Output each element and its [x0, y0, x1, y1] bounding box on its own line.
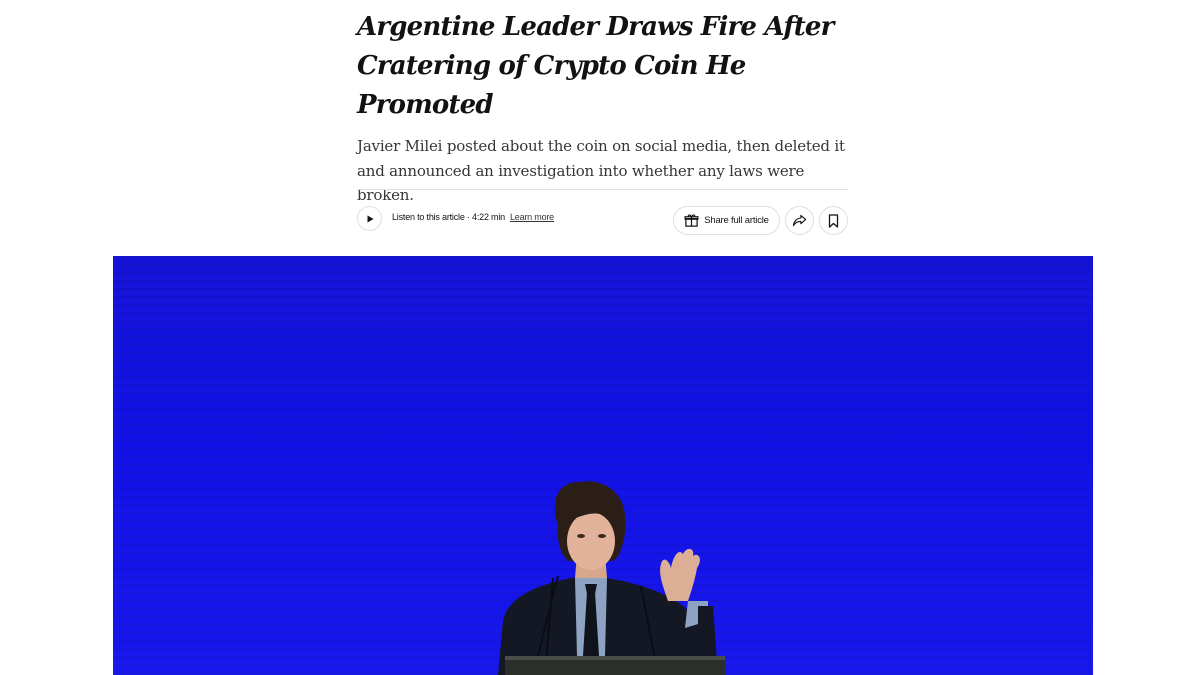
learn-more-link[interactable]: Learn more	[510, 212, 554, 222]
listen-info: Listen to this article · 4:22 min Learn m…	[392, 212, 554, 222]
speaker-figure	[498, 481, 725, 675]
play-icon	[367, 215, 373, 222]
article-summary: Javier Milei posted about the coin on so…	[357, 137, 845, 204]
header-divider	[357, 189, 848, 190]
save-bookmark-button[interactable]	[819, 206, 848, 235]
listen-play-button[interactable]	[357, 206, 382, 231]
gift-icon	[684, 214, 699, 227]
listen-label: Listen to this article · 4:22 min	[392, 212, 505, 222]
bookmark-icon	[828, 213, 839, 228]
share-full-article-button[interactable]: Share full article	[673, 206, 780, 235]
article-toolbar: Listen to this article · 4:22 min Learn m…	[357, 206, 848, 235]
share-button[interactable]	[785, 206, 814, 235]
headline: Argentine Leader Draws Fire After Crater…	[357, 12, 834, 120]
article-header: Argentine Leader Draws Fire After Crater…	[357, 8, 849, 208]
share-arrow-icon	[792, 214, 807, 227]
hero-image	[113, 256, 1093, 675]
share-full-label: Share full article	[704, 215, 769, 226]
